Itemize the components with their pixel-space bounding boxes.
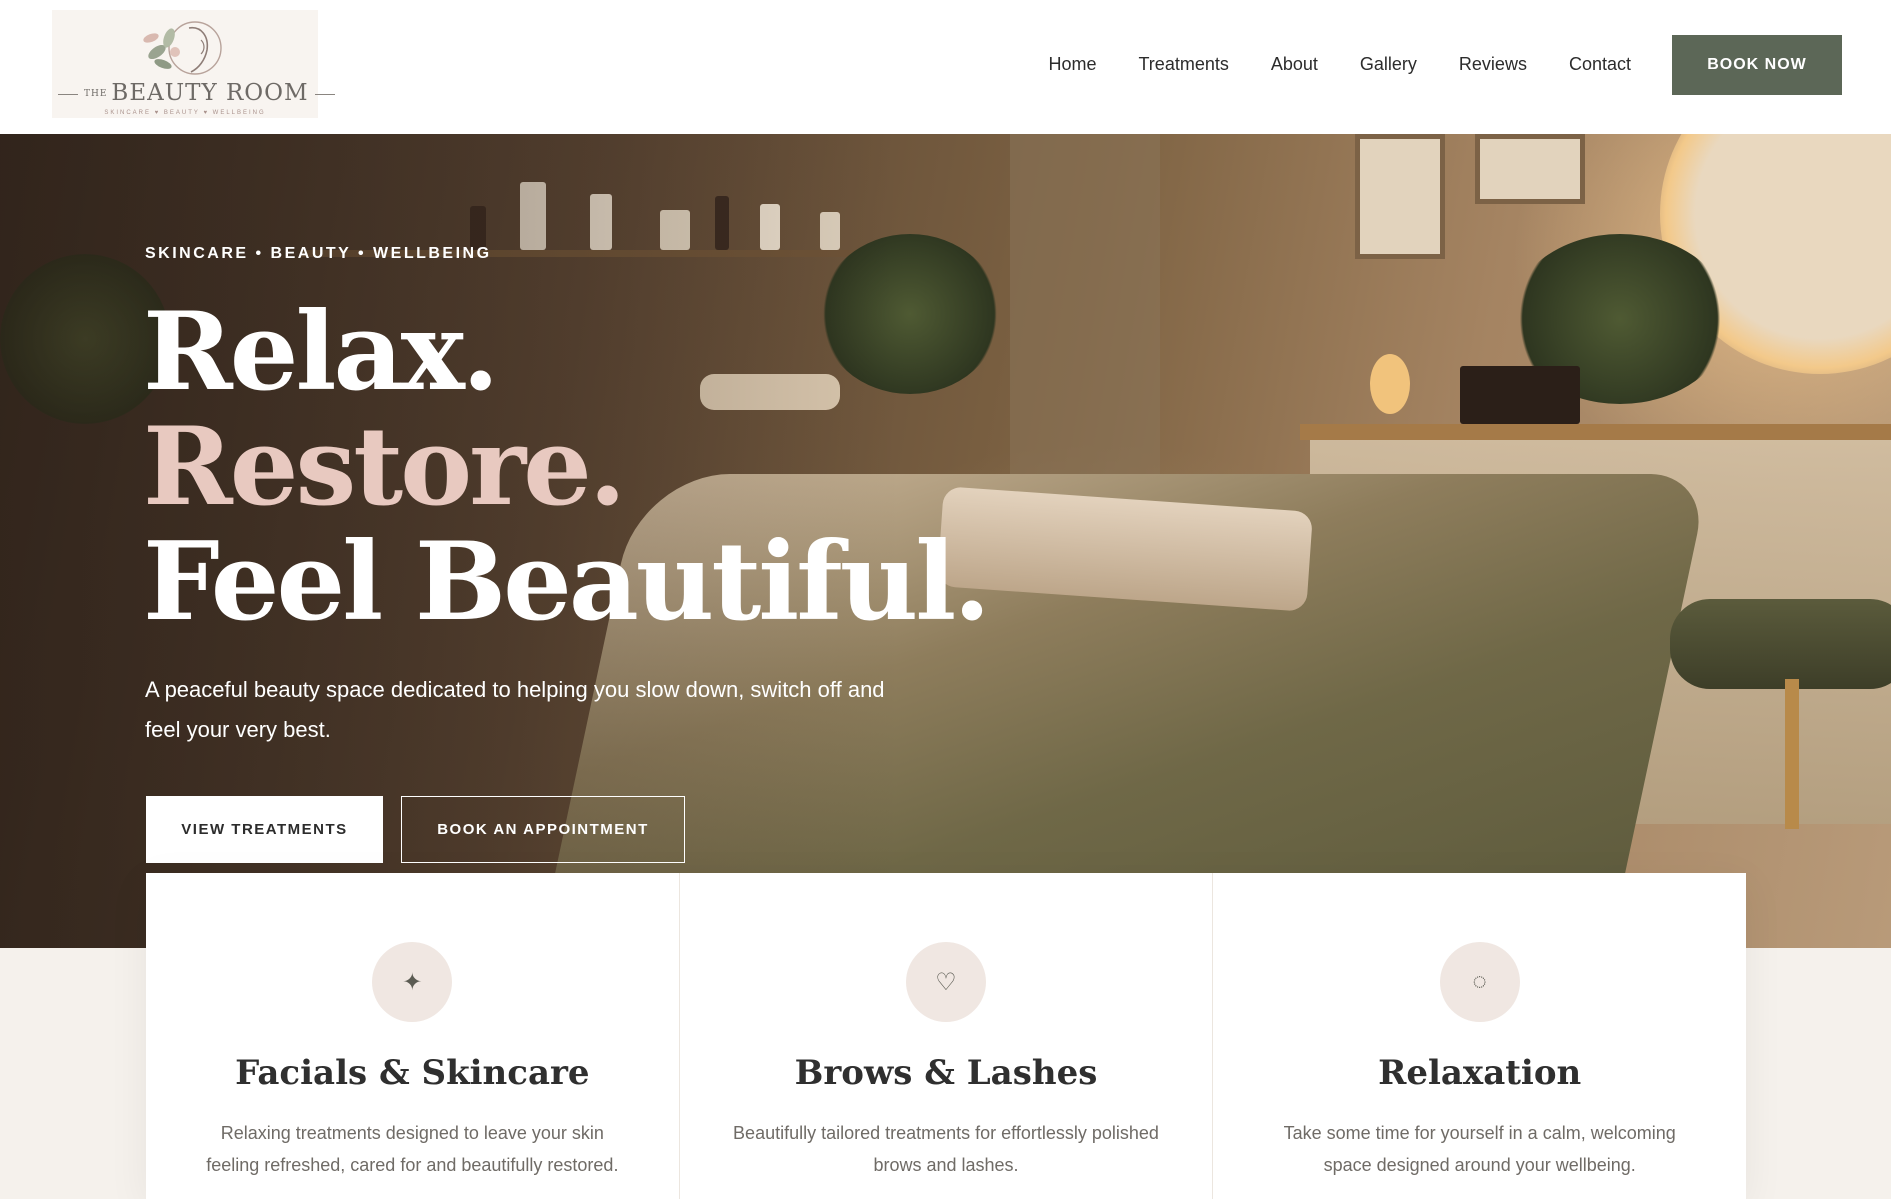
logo-tagline: SKINCARE ♥ BEAUTY ♥ WELLBEING [104, 110, 266, 116]
circle-icon: ◌ [1439, 942, 1520, 1022]
headline-line-restore: Restore. [143, 404, 626, 530]
sparkle-icon: ✦ [372, 942, 453, 1022]
feature-cards: ✦ Facials & Skincare Relaxing treatments… [146, 873, 1746, 1199]
headline-line-feel-beautiful: Feel Beautiful. [143, 519, 991, 645]
nav-reviews[interactable]: Reviews [1459, 54, 1527, 75]
feature-title: Brows & Lashes [794, 1053, 1098, 1093]
site-header: THE BEAUTY ROOM SKINCARE ♥ BEAUTY ♥ WELLB… [0, 0, 1891, 134]
nav-home[interactable]: Home [1048, 54, 1096, 75]
feature-card-brows-lashes[interactable]: ♡ Brows & Lashes Beautifully tailored tr… [680, 873, 1214, 1199]
headline-line-relax: Relax. [143, 289, 499, 415]
hero-subtitle: A peaceful beauty space dedicated to hel… [145, 677, 885, 742]
feature-description: Take some time for yourself in a calm, w… [1283, 1123, 1676, 1175]
hero-headline: Relax. Restore. Feel Beautiful. [143, 289, 991, 645]
feature-title: Relaxation [1378, 1053, 1582, 1093]
book-now-button[interactable]: BOOK NOW [1672, 35, 1842, 95]
main-nav: Home Treatments About Gallery Reviews Co… [1006, 54, 1631, 75]
nav-contact[interactable]: Contact [1569, 54, 1631, 75]
heart-icon: ♡ [906, 942, 986, 1022]
book-appointment-button[interactable]: BOOK AN APPOINTMENT [401, 796, 685, 863]
nav-gallery[interactable]: Gallery [1360, 54, 1417, 75]
logo[interactable]: THE BEAUTY ROOM SKINCARE ♥ BEAUTY ♥ WELLB… [52, 10, 335, 118]
view-treatments-button[interactable]: VIEW TREATMENTS [146, 796, 383, 863]
feature-card-facials[interactable]: ✦ Facials & Skincare Relaxing treatments… [146, 873, 680, 1199]
nav-about[interactable]: About [1271, 54, 1318, 75]
feature-card-relaxation[interactable]: ◌ Relaxation Take some time for yourself… [1213, 873, 1746, 1199]
nav-treatments[interactable]: Treatments [1138, 54, 1228, 75]
feature-description: Relaxing treatments designed to leave yo… [206, 1123, 619, 1175]
feature-title: Facials & Skincare [235, 1053, 590, 1093]
hero-eyebrow: SKINCARE • BEAUTY • WELLBEING [145, 245, 492, 262]
face-leaf-emblem-icon [143, 21, 222, 75]
feature-description: Beautifully tailored treatments for effo… [733, 1123, 1159, 1175]
logo-wordmark: THE BEAUTY ROOM [52, 80, 335, 106]
